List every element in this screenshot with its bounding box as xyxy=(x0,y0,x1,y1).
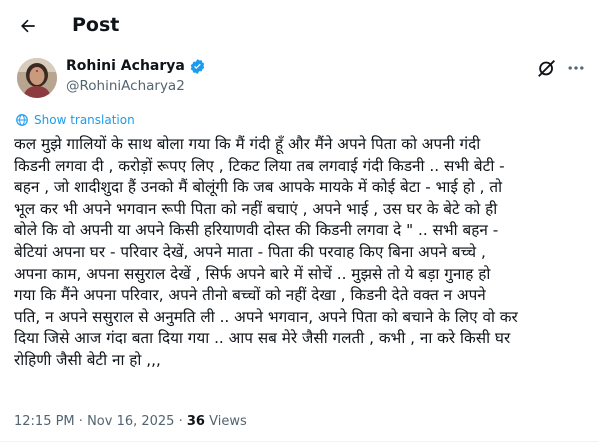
author-handle[interactable]: @RohiniAcharya2 xyxy=(66,77,185,95)
author-name[interactable]: Rohini Acharya xyxy=(66,57,185,75)
post-date[interactable]: Nov 16, 2025 xyxy=(87,414,174,429)
more-horizontal-icon xyxy=(568,66,584,70)
meta-separator: · xyxy=(74,414,88,429)
avatar[interactable] xyxy=(17,58,57,98)
grok-icon xyxy=(538,60,555,77)
grok-button[interactable] xyxy=(536,57,558,79)
bottom-divider xyxy=(0,441,598,442)
avatar-image xyxy=(17,58,57,98)
page-title: Post xyxy=(72,14,120,36)
more-options-button[interactable] xyxy=(564,57,588,79)
views-count: 36 xyxy=(186,414,205,429)
top-bar: Post xyxy=(0,0,598,53)
post-text: कल मुझे गालियों के साथ बोला गया कि मैं ग… xyxy=(14,135,518,369)
meta-separator: · xyxy=(174,414,187,429)
back-button[interactable] xyxy=(14,12,42,40)
views-label: Views xyxy=(204,414,247,429)
post-meta: 12:15 PM · Nov 16, 2025 · 36 Views xyxy=(14,413,247,431)
author-name-row[interactable]: Rohini Acharya xyxy=(66,57,206,75)
verified-badge-icon xyxy=(190,58,205,74)
globe-icon xyxy=(16,114,28,126)
show-translation-link[interactable]: Show translation xyxy=(15,112,135,128)
show-translation-label[interactable]: Show translation xyxy=(34,112,135,128)
post-time[interactable]: 12:15 PM xyxy=(14,414,75,429)
arrow-left-icon xyxy=(21,19,35,33)
